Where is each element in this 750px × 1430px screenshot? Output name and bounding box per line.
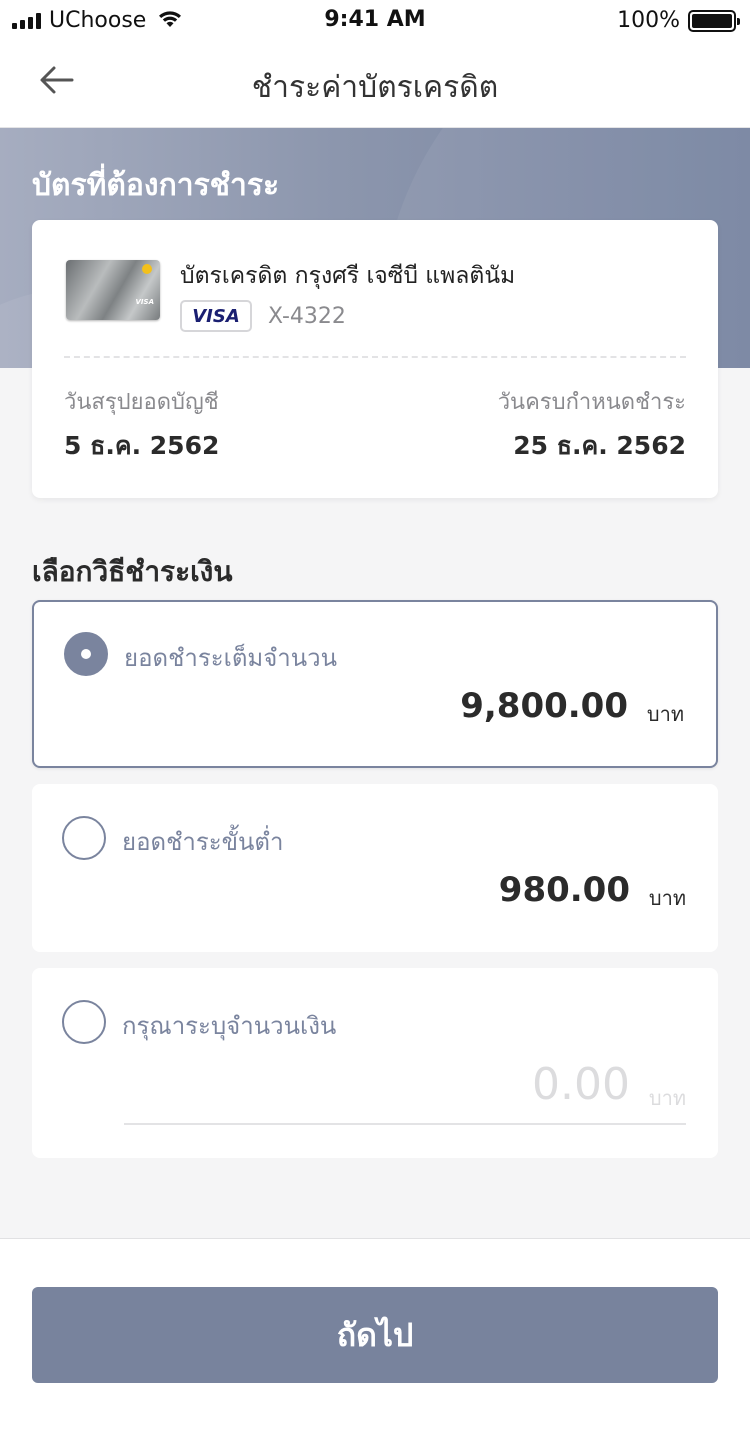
option-full-amount[interactable]: ยอดชำระเต็มจำนวน 9,800.00 บาท [32,600,718,768]
nav-bar: ชำระค่าบัตรเครดิต [0,40,750,128]
custom-amount-input[interactable] [122,1054,630,1114]
option-custom-amount[interactable]: กรุณาระบุจำนวนเงิน บาท [32,968,718,1158]
visa-logo-icon: VISA [180,300,252,332]
option-minimum-amount[interactable]: ยอดชำระขั้นต่ำ 980.00 บาท [32,784,718,952]
radio-full-amount[interactable] [64,632,108,676]
input-underline [124,1123,686,1125]
full-amount-value: 9,800.00 [460,686,628,726]
card-section-heading: บัตรที่ต้องการชำระ [32,168,280,203]
footer: ถัดไป [0,1238,750,1430]
radio-custom-amount[interactable] [62,1000,106,1044]
card-summary: VISA บัตรเครดิต กรุงศรี เจซีบี แพลตินัม … [32,220,718,498]
credit-card-image: VISA [66,260,160,320]
status-right: 100% [617,8,740,33]
currency-unit: บาท [648,1086,686,1110]
option-label: ยอดชำระเต็มจำนวน [124,644,338,672]
statement-date-value: 5 ธ.ค. 2562 [64,431,220,460]
option-label: ยอดชำระขั้นต่ำ [122,828,284,856]
due-date-label: วันครบกำหนดชำระ [497,390,686,415]
battery-percent: 100% [617,8,680,33]
battery-icon [688,9,740,32]
currency-unit: บาท [646,702,684,726]
currency-unit: บาท [648,886,686,910]
statement-date-label: วันสรุปยอดบัญชี [64,390,219,415]
divider [64,356,686,358]
radio-minimum-amount[interactable] [62,816,106,860]
option-label: กรุณาระบุจำนวนเงิน [122,1012,337,1040]
payment-method-heading: เลือกวิธีชำระเงิน [32,555,233,588]
card-number: X-4322 [268,304,346,329]
minimum-amount-value: 980.00 [498,870,630,910]
next-button[interactable]: ถัดไป [32,1287,718,1383]
due-date-value: 25 ธ.ค. 2562 [513,431,686,460]
page-title: ชำระค่าบัตรเครดิต [251,70,499,105]
status-bar: UChoose 9:41 AM 100% [0,0,750,40]
card-name: บัตรเครดิต กรุงศรี เจซีบี แพลตินัม [180,263,516,289]
